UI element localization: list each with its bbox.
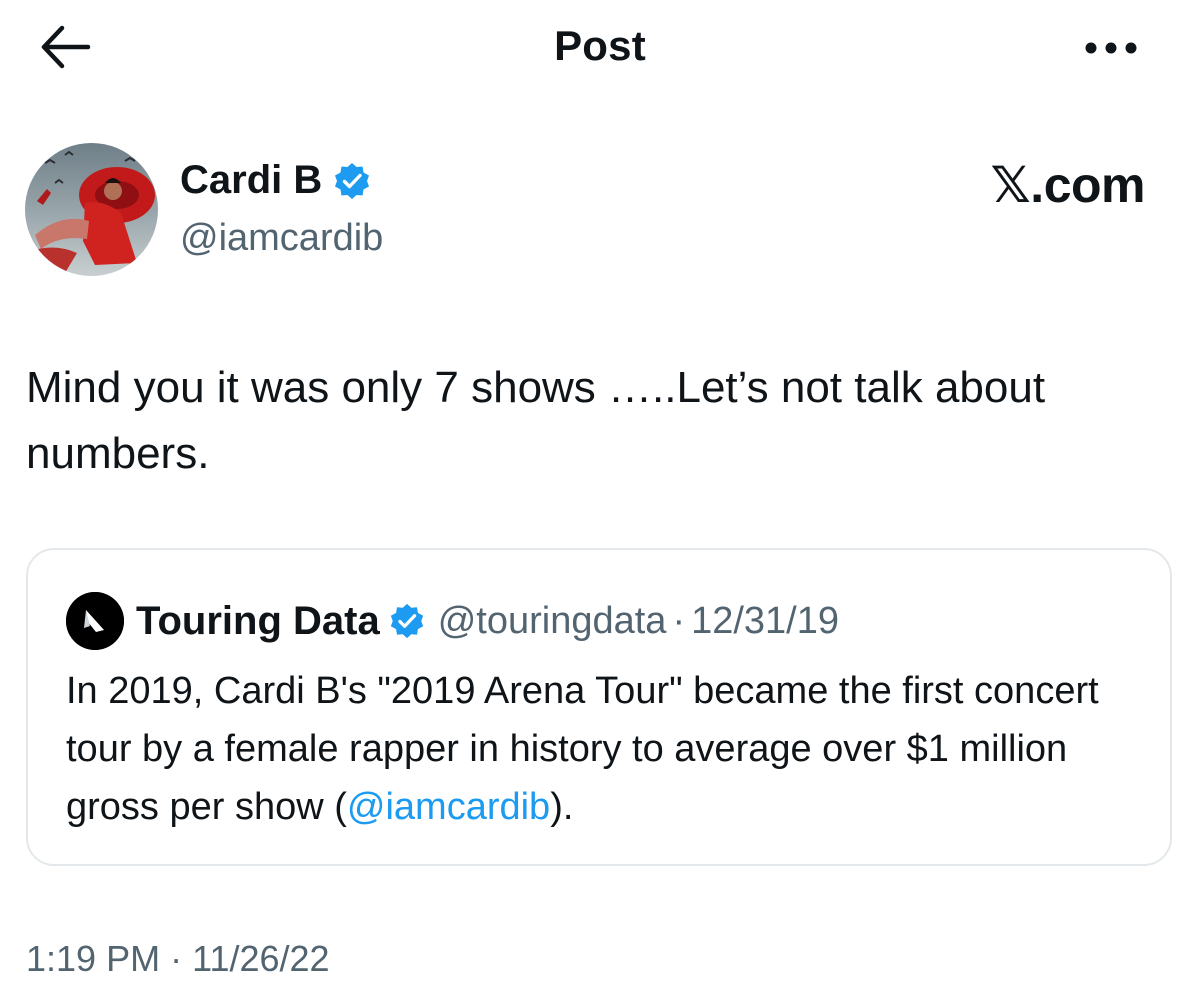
author-display-name: Cardi B	[180, 158, 323, 202]
quoted-post-header: Touring Data @touringdata · 12/31/19	[66, 592, 839, 650]
page-title: Post	[554, 22, 646, 69]
quoted-mention-link[interactable]: @iamcardib	[347, 786, 550, 828]
quoted-author-handle: @touringdata	[437, 599, 667, 642]
author-avatar[interactable]	[25, 143, 158, 276]
quoted-author-avatar[interactable]	[66, 592, 124, 650]
top-bar: Post	[0, 0, 1200, 96]
more-horizontal-icon	[1085, 42, 1137, 54]
avatar-image	[25, 143, 158, 276]
author-handle[interactable]: @iamcardib	[180, 217, 383, 260]
quoted-text-after: ).	[550, 786, 574, 828]
timestamp-separator: ·	[170, 938, 183, 979]
quoted-text-before: In 2019, Cardi B's "2019 Arena Tour" bec…	[66, 670, 1099, 828]
quoted-author-name: Touring Data	[136, 598, 380, 643]
post-date: 11/26/22	[192, 938, 330, 979]
post-text: Mind you it was only 7 shows …..Let’s no…	[26, 363, 1046, 478]
more-options-button[interactable]	[1078, 28, 1144, 68]
verified-badge-icon	[390, 603, 423, 639]
post-timestamp[interactable]: 1:19 PM · 11/26/22	[26, 938, 330, 980]
quoted-post-date: 12/31/19	[691, 599, 840, 642]
x-com-watermark: 𝕏.com	[990, 157, 1146, 213]
author-name-row[interactable]: Cardi B	[180, 158, 372, 203]
post-time: 1:19 PM	[26, 938, 161, 979]
quoted-separator: ·	[672, 599, 686, 642]
touring-data-logo-icon	[66, 592, 124, 650]
quoted-post-text: In 2019, Cardi B's "2019 Arena Tour" bec…	[66, 662, 1146, 836]
quoted-post-card[interactable]: Touring Data @touringdata · 12/31/19 In …	[26, 548, 1172, 866]
verified-badge-icon	[335, 162, 370, 199]
